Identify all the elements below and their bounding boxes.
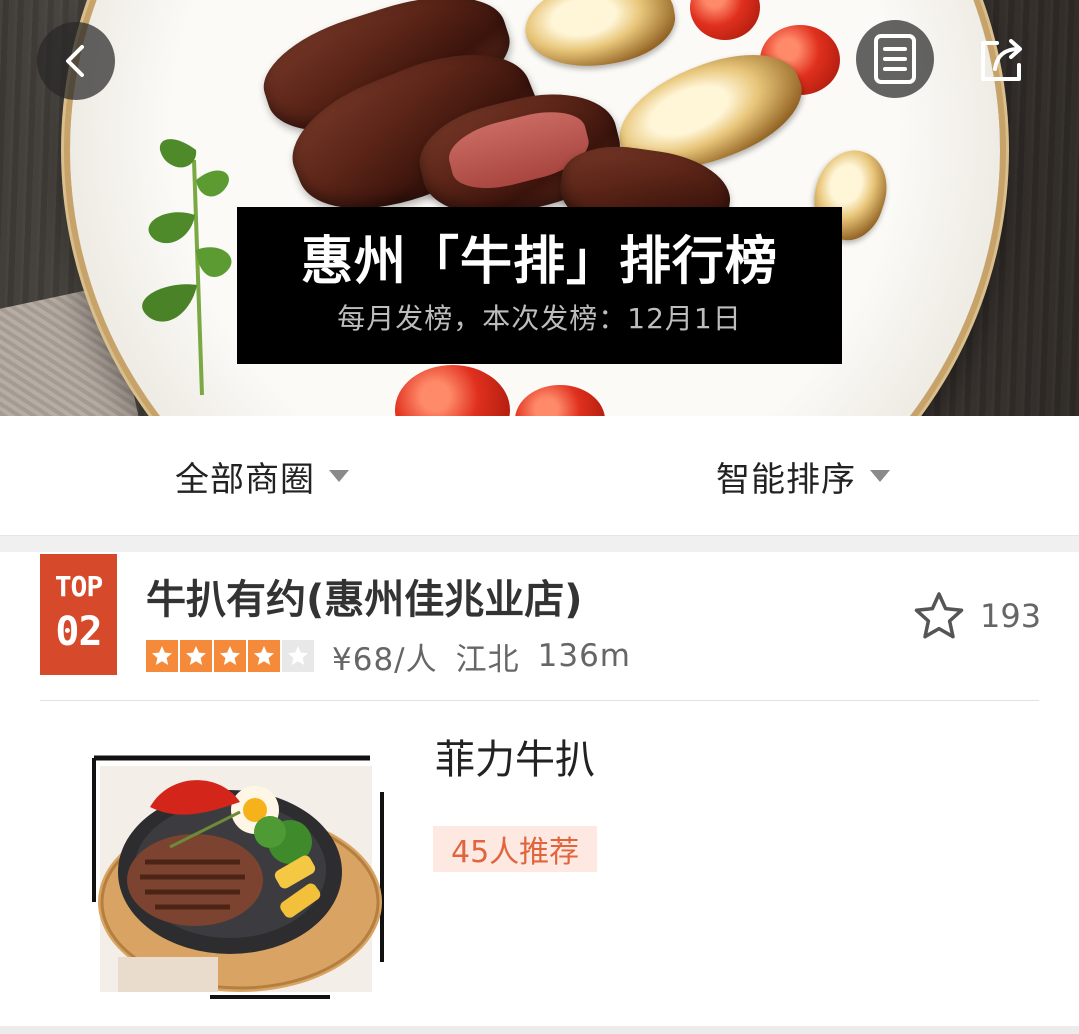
document-list-icon xyxy=(874,34,916,84)
chevron-left-icon xyxy=(66,45,84,77)
distance: 136m xyxy=(537,638,631,674)
divider xyxy=(40,700,1039,701)
page-subtitle: 每月发榜，本次发榜：12月1日 xyxy=(337,302,742,335)
star-filled-icon xyxy=(180,640,212,672)
sort-dropdown[interactable]: 智能排序 xyxy=(716,454,890,500)
restaurant-card[interactable]: TOP 02 牛扒有约(惠州佳兆业店) 193 ¥68/人 江北 136m 菲力… xyxy=(0,552,1079,1034)
section-separator xyxy=(0,536,1079,552)
back-button[interactable] xyxy=(37,22,115,100)
recommend-count-tag: 45人推荐 xyxy=(433,826,598,872)
district: 江北 xyxy=(455,641,520,678)
sort-label: 智能排序 xyxy=(716,459,856,500)
price-per-person: ¥68/人 xyxy=(332,641,438,678)
rank-badge-number: 02 xyxy=(55,609,102,655)
caret-down-icon xyxy=(870,470,890,482)
arugula-decoration xyxy=(142,139,232,396)
rank-badge-top: TOP xyxy=(54,570,104,603)
star-outline-icon xyxy=(914,592,964,639)
dish-photo[interactable] xyxy=(90,752,388,1000)
share-button[interactable] xyxy=(962,20,1040,98)
favorite-button[interactable]: 193 xyxy=(912,588,1041,644)
rank-badge: TOP 02 xyxy=(40,554,117,675)
page-title: 惠州「牛排」排行榜 xyxy=(300,232,778,292)
favorite-count: 193 xyxy=(980,597,1042,635)
area-filter-dropdown[interactable]: 全部商圈 xyxy=(175,454,349,500)
rules-list-button[interactable] xyxy=(856,20,934,98)
filter-bar: 全部商圈 智能排序 xyxy=(0,416,1079,536)
rating-stars xyxy=(146,640,314,672)
dish-name[interactable]: 菲力牛扒 xyxy=(435,734,595,786)
star-filled-icon xyxy=(146,640,178,672)
star-empty-icon xyxy=(282,640,314,672)
hero-banner: 惠州「牛排」排行榜 每月发榜，本次发榜：12月1日 xyxy=(0,0,1079,416)
shop-name[interactable]: 牛扒有约(惠州佳兆业店) xyxy=(146,574,583,626)
share-icon xyxy=(981,39,1022,81)
star-filled-icon xyxy=(248,640,280,672)
star-filled-icon xyxy=(214,640,246,672)
caret-down-icon xyxy=(329,470,349,482)
area-filter-label: 全部商圈 xyxy=(175,459,315,500)
ranking-title-box: 惠州「牛排」排行榜 每月发榜，本次发榜：12月1日 xyxy=(237,207,842,364)
shop-meta-row: ¥68/人 江北 136m xyxy=(146,636,631,678)
bottom-separator xyxy=(0,1026,1079,1034)
